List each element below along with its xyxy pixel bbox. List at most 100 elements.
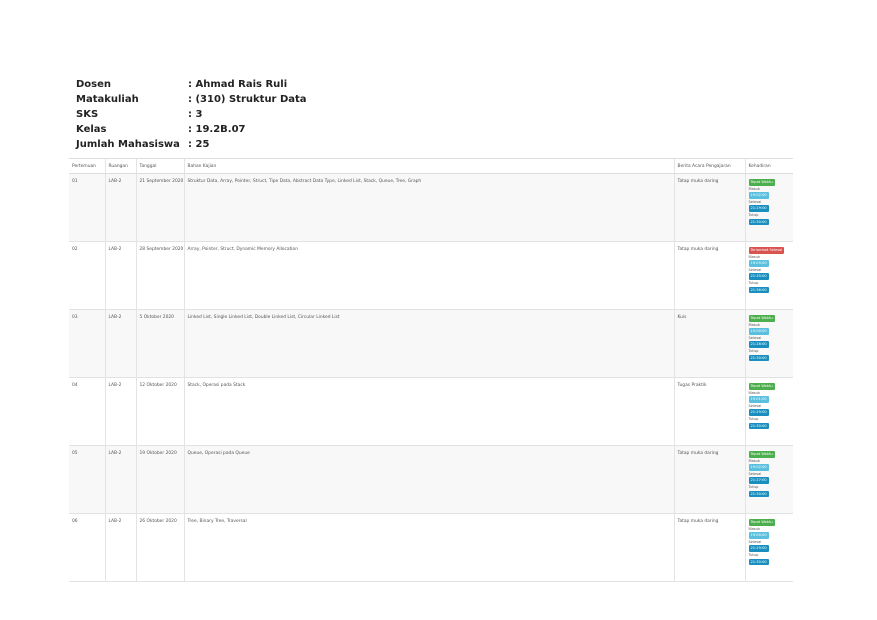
table-row: 02 LAB-2 28 September 2020 Array, Pointer, … <box>69 241 793 310</box>
cell-ruangan: LAB-2 <box>104 309 136 378</box>
status-badge: Tepat Waktu <box>748 179 775 186</box>
status-stack: Tepat Waktu Masuk 19:00:00 Selesai 21:29:00 T… <box>748 519 791 566</box>
info-value: : 19.2B.07 <box>188 124 246 135</box>
cell-kehadiran: Tepat Waktu Masuk 19:02:00 Selesai 21:27:00 T… <box>744 445 793 514</box>
tutup-label: Tutup <box>748 416 759 421</box>
selesai-time-badge: 21:29:00 <box>748 205 769 212</box>
cell-tanggal: 28 September 2020 <box>135 241 184 310</box>
tutup-label: Tutup <box>748 212 759 217</box>
status-stack: Tepat Waktu Masuk 19:02:00 Selesai 21:29:00 T… <box>748 179 791 226</box>
info-value: : 3 <box>188 109 203 120</box>
selesai-time-badge: 21:29:00 <box>748 545 769 552</box>
cell-bahan: Stack, Operasi pada Stack <box>183 377 674 446</box>
cell-kehadiran: Terlambat Selesai Masuk 19:05:00 Selesai 21:… <box>744 241 793 310</box>
column-header[interactable]: Tanggal <box>135 158 184 174</box>
cell-pertemuan: 05 <box>69 445 105 514</box>
tutup-label: Tutup <box>748 552 759 557</box>
masuk-label: Masuk <box>748 254 761 259</box>
info-row: Kelas : 19.2B.07 <box>76 122 307 137</box>
masuk-time-badge: 19:00:00 <box>748 328 769 335</box>
column-header[interactable]: Pertemuan <box>69 158 105 174</box>
status-stack: Terlambat Selesai Masuk 19:05:00 Selesai 21:… <box>748 247 791 294</box>
info-value: : (310) Struktur Data <box>188 94 307 105</box>
cell-kehadiran: Tepat Waktu Masuk 19:00:00 Selesai 21:29:00 T… <box>744 513 793 582</box>
tutup-time-badge: 21:30:00 <box>748 218 769 226</box>
cell-tanggal: 12 Oktober 2020 <box>135 377 184 446</box>
table-row: 06 LAB-2 26 Oktober 2020 Tree, Binary Tree,… <box>69 513 793 582</box>
cell-pertemuan: 04 <box>69 377 105 446</box>
cell-ruangan: LAB-2 <box>104 445 136 514</box>
masuk-label: Masuk <box>748 458 761 463</box>
cell-bahan: Struktur Data, Array, Pointer, Struct, T… <box>183 173 674 242</box>
tutup-time-badge: 21:30:00 <box>748 490 769 498</box>
cell-tanggal: 21 September 2020 <box>135 173 184 242</box>
table-row: 03 LAB-2 5 Oktober 2020 Linked List, Single… <box>69 309 793 378</box>
cell-ruangan: LAB-2 <box>104 377 136 446</box>
cell-berita: Tatap muka daring <box>673 173 745 242</box>
cell-tanggal: 26 Oktober 2020 <box>135 513 184 582</box>
cell-pertemuan: 03 <box>69 309 105 378</box>
table-row: 04 LAB-2 12 Oktober 2020 Stack, Operasi pad… <box>69 377 793 446</box>
info-label: Matakuliah <box>76 94 139 105</box>
selesai-time-badge: 21:29:00 <box>748 409 769 416</box>
cell-berita: Kuis <box>673 309 745 378</box>
column-header[interactable]: Bahan Kajian <box>183 158 674 174</box>
cell-tanggal: 19 Oktober 2020 <box>135 445 184 514</box>
tutup-time-badge: 21:30:00 <box>748 558 769 566</box>
cell-pertemuan: 06 <box>69 513 105 582</box>
tutup-label: Tutup <box>748 280 759 285</box>
selesai-label: Selesai <box>748 539 762 544</box>
tutup-label: Tutup <box>748 484 759 489</box>
tutup-time-badge: 21:30:00 <box>748 422 769 430</box>
masuk-time-badge: 19:05:00 <box>748 260 769 267</box>
selesai-label: Selesai <box>748 267 762 272</box>
cell-ruangan: LAB-2 <box>104 513 136 582</box>
cell-berita: Tatap muka daring <box>673 445 745 514</box>
cell-kehadiran: Tepat Waktu Masuk 19:01:00 Selesai 21:29:00 T… <box>744 377 793 446</box>
status-stack: Tepat Waktu Masuk 19:00:00 Selesai 21:28:00 T… <box>748 315 791 362</box>
selesai-label: Selesai <box>748 471 762 476</box>
column-header[interactable]: Ruangan <box>104 158 136 174</box>
tutup-time-badge: 21:36:00 <box>748 286 769 294</box>
cell-bahan: Tree, Binary Tree, Traversal <box>183 513 674 582</box>
selesai-time-badge: 21:28:00 <box>748 341 769 348</box>
cell-bahan: Queue, Operasi pada Queue <box>183 445 674 514</box>
masuk-label: Masuk <box>748 186 761 191</box>
cell-pertemuan: 01 <box>69 173 105 242</box>
masuk-time-badge: 19:01:00 <box>748 396 769 403</box>
info-label: Kelas <box>76 124 107 135</box>
tutup-time-badge: 21:30:00 <box>748 354 769 362</box>
status-badge: Tepat Waktu <box>748 383 775 390</box>
masuk-label: Masuk <box>748 526 761 531</box>
cell-kehadiran: Tepat Waktu Masuk 19:02:00 Selesai 21:29:00 T… <box>744 173 793 242</box>
selesai-time-badge: 21:35:00 <box>748 273 769 280</box>
status-stack: Tepat Waktu Masuk 19:01:00 Selesai 21:29:00 T… <box>748 383 791 430</box>
attendance-table: Pertemuan Ruangan Tanggal Bahan Kajian Berit… <box>69 158 793 582</box>
masuk-label: Masuk <box>748 390 761 395</box>
selesai-label: Selesai <box>748 335 762 340</box>
cell-ruangan: LAB-2 <box>104 241 136 310</box>
info-row: Matakuliah : (310) Struktur Data <box>76 92 307 107</box>
selesai-time-badge: 21:27:00 <box>748 477 769 484</box>
masuk-label: Masuk <box>748 322 761 327</box>
table-row: 05 LAB-2 19 Oktober 2020 Queue, Operasi pad… <box>69 445 793 514</box>
column-header[interactable]: Berita Acara Pengajaran <box>673 158 745 174</box>
masuk-time-badge: 19:00:00 <box>748 532 769 539</box>
course-info: Dosen: Ahmad Rais Ruli Matakuliah : (310) … <box>76 77 307 152</box>
info-value: : Ahmad Rais Ruli <box>188 79 288 90</box>
table-row: 01 LAB-2 21 September 2020 Struktur Data, A… <box>69 173 793 242</box>
status-badge: Terlambat Selesai <box>748 247 785 254</box>
tutup-label: Tutup <box>748 348 759 353</box>
table-body: 01 LAB-2 21 September 2020 Struktur Data, A… <box>69 173 793 582</box>
cell-kehadiran: Tepat Waktu Masuk 19:00:00 Selesai 21:28:00 T… <box>744 309 793 378</box>
cell-bahan: Array, Pointer, Struct, Dynamic Memory A… <box>183 241 674 310</box>
info-label: SKS <box>76 109 99 120</box>
status-stack: Tepat Waktu Masuk 19:02:00 Selesai 21:27:00 T… <box>748 451 791 498</box>
info-row: Dosen: Ahmad Rais Ruli <box>76 77 307 92</box>
info-value: : 25 <box>188 139 210 150</box>
selesai-label: Selesai <box>748 199 762 204</box>
column-header[interactable]: Kehadiran <box>744 158 793 174</box>
table-header-row: Pertemuan Ruangan Tanggal Bahan Kajian Berit… <box>69 158 793 174</box>
cell-berita: Tugas Praktik <box>673 377 745 446</box>
masuk-time-badge: 19:02:00 <box>748 464 769 471</box>
